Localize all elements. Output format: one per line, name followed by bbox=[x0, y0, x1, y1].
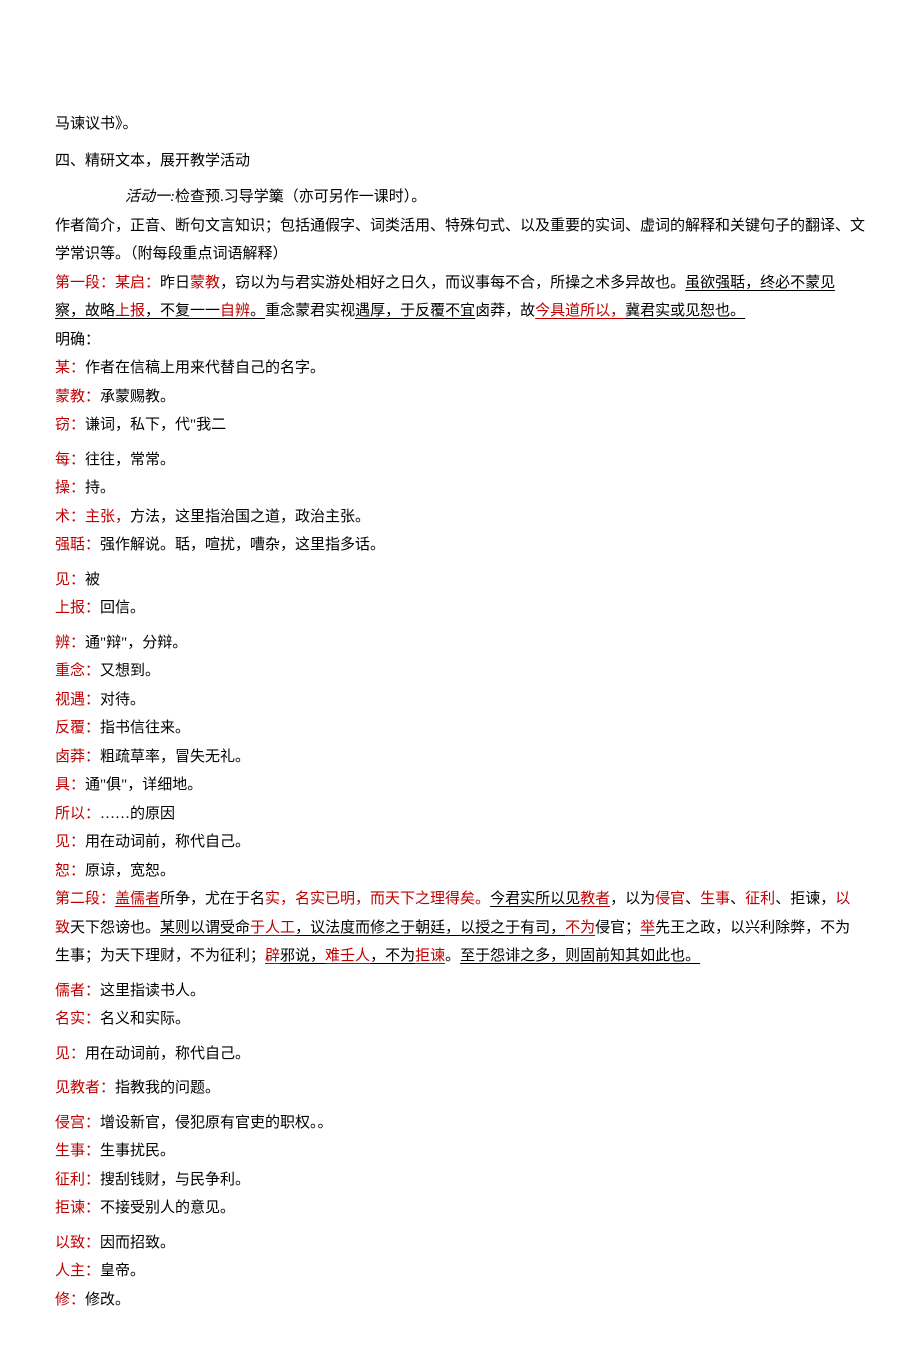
paragraph-1: 第一段：某启：昨日蒙教，窃以为与君实游处相好之日久，而议事每不合，所操之术多异故… bbox=[55, 269, 865, 326]
vocab-item: 见：用在动词前，称代自己。 bbox=[55, 1040, 865, 1069]
vocab-item: 某：作者在信稿上用来代替自己的名字。 bbox=[55, 354, 865, 383]
vocab-item: 卤莽：粗疏草率，冒失无礼。 bbox=[55, 743, 865, 772]
t: ，窃以为与君实游处相好之日久，而议事每不合，所操之术多异故也。 bbox=[220, 275, 685, 291]
t: 昨日 bbox=[160, 275, 190, 291]
vocab-item: 修：修改。 bbox=[55, 1286, 865, 1315]
vocab-item: 见教者：指教我的问题。 bbox=[55, 1074, 865, 1103]
vocab-item: 人主：皇帝。 bbox=[55, 1257, 865, 1286]
t: 遇厚，于反覆不宜 bbox=[355, 303, 475, 319]
activity-1: 活动一:检查预.习导学篥（亦可另作一课时）。 bbox=[55, 183, 865, 212]
t: 冀君实或见恕也。 bbox=[625, 303, 745, 319]
vocab-item: 生事：生事扰民。 bbox=[55, 1137, 865, 1166]
activity-text: 检查预.习导学篥（亦可另作一课时）。 bbox=[175, 189, 426, 205]
vocab-item: 具：通"俱"，详细地。 bbox=[55, 771, 865, 800]
vocab-item: 儒者：这里指读书人。 bbox=[55, 977, 865, 1006]
vocab-item: 强聒：强作解说。聒，喧扰，嘈杂，这里指多话。 bbox=[55, 531, 865, 560]
vocab-item: 见：用在动词前，称代自己。 bbox=[55, 828, 865, 857]
vocab-item: 侵宫：增设新官，侵犯原有官吏的职权。。 bbox=[55, 1109, 865, 1138]
vocab-item: 拒谏：不接受别人的意见。 bbox=[55, 1194, 865, 1223]
vocab-item: 名实：名义和实际。 bbox=[55, 1005, 865, 1034]
section-heading-4: 四、精研文本，展开教学活动 bbox=[55, 147, 865, 176]
vocab-item: 恕：原谅，宽恕。 bbox=[55, 857, 865, 886]
vocab-item: 辨：通"辩"，分辩。 bbox=[55, 629, 865, 658]
vocab-item: 每：往往，常常。 bbox=[55, 446, 865, 475]
vocab-item: 视遇：对待。 bbox=[55, 686, 865, 715]
activity-label: 活动一: bbox=[125, 189, 175, 205]
t: 重念蒙君实视 bbox=[265, 303, 355, 319]
vocab-item: 见：被 bbox=[55, 566, 865, 595]
vocab-item: 窃：谦词，私下，代"我二 bbox=[55, 411, 865, 440]
fragment-line: 马谏议书》。 bbox=[55, 110, 865, 139]
t: 某启： bbox=[115, 275, 160, 291]
intro-paragraph: 作者简介，正音、断句文言知识；包括通假字、词类活用、特殊句式、以及重要的实词、虚… bbox=[55, 212, 865, 269]
vocab-item: 操：持。 bbox=[55, 474, 865, 503]
vocab-item: 上报：回信。 bbox=[55, 594, 865, 623]
t: 蒙教 bbox=[190, 275, 220, 291]
paragraph-2: 第二段：盖儒者所争，尤在于名实，名实已明，而天下之理得矣。今君实所以见教者，以为… bbox=[55, 885, 865, 971]
vocab-item: 反覆：指书信往来。 bbox=[55, 714, 865, 743]
t: 卤莽，故 bbox=[475, 303, 535, 319]
vocab-item: 征利：搜刮钱财，与民争利。 bbox=[55, 1166, 865, 1195]
mingque-label: 明确： bbox=[55, 326, 865, 355]
para2-label: 第二段： bbox=[55, 891, 115, 907]
t: 今具道所以， bbox=[535, 303, 625, 319]
vocab-item: 以致：因而招致。 bbox=[55, 1229, 865, 1258]
document-page: 马谏议书》。 四、精研文本，展开教学活动 活动一:检查预.习导学篥（亦可另作一课… bbox=[0, 0, 920, 1354]
vocab-item: 重念：又想到。 bbox=[55, 657, 865, 686]
vocab-item-shu: 术：主张，方法，这里指治国之道，政治主张。 bbox=[55, 503, 865, 532]
vocab-item: 蒙教：承蒙赐教。 bbox=[55, 383, 865, 412]
para1-label: 第一段： bbox=[55, 275, 115, 291]
vocab-item: 所以：……的原因 bbox=[55, 800, 865, 829]
